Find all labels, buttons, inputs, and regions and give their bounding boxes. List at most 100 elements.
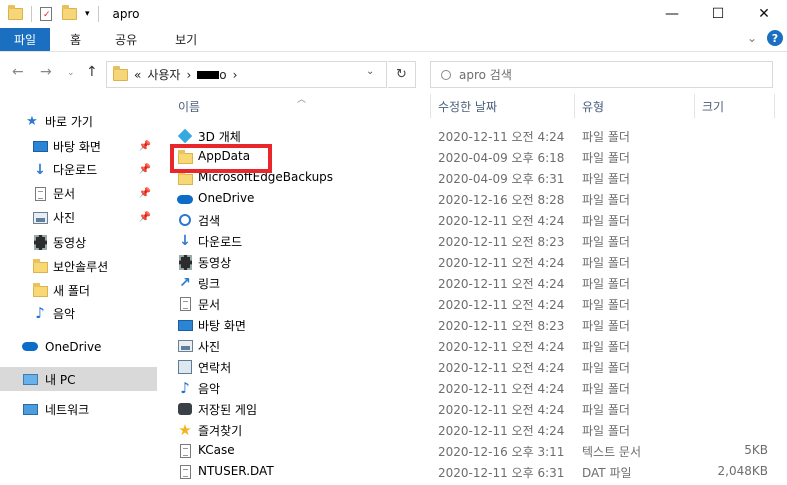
new-folder-icon[interactable] <box>62 5 77 20</box>
tab-file[interactable]: 파일 <box>0 28 50 51</box>
file-row[interactable]: 연락처 2020-12-11 오전 4:24 파일 폴더 <box>157 356 787 377</box>
pin-icon[interactable]: 📌 <box>139 188 151 199</box>
minimize-button[interactable]: — <box>649 0 695 28</box>
properties-icon[interactable]: ✓ <box>40 7 52 21</box>
pin-icon[interactable]: 📌 <box>139 141 151 152</box>
sidebar-item-this-pc[interactable]: 내 PC <box>0 367 157 391</box>
folder-icon <box>32 283 48 299</box>
file-row[interactable]: KCase 2020-12-16 오후 3:11 텍스트 문서 5KB <box>157 440 787 461</box>
sidebar-item-onedrive[interactable]: OneDrive <box>0 336 157 357</box>
column-header-size[interactable]: 크기 <box>702 92 772 120</box>
file-row[interactable]: 바탕 화면 2020-12-11 오전 8:23 파일 폴더 <box>157 314 787 335</box>
file-row[interactable]: NTUSER.DAT 2020-12-11 오후 6:31 DAT 파일 2,048K… <box>157 461 787 482</box>
file-row[interactable]: 검색 2020-12-11 오전 4:24 파일 폴더 <box>157 209 787 230</box>
sidebar-item-label: 음악 <box>53 307 76 321</box>
highlight-box <box>170 144 272 173</box>
folder-icon <box>113 65 128 81</box>
breadcrumb-separator[interactable]: › <box>233 68 238 82</box>
star-icon: ★ <box>26 114 38 129</box>
music-icon: ♪ <box>180 378 190 397</box>
file-date: 2020-04-09 오후 6:18 <box>438 151 565 165</box>
file-row[interactable]: 문서 2020-12-11 오전 4:24 파일 폴더 <box>157 293 787 314</box>
file-row[interactable]: 동영상 2020-12-11 오전 4:24 파일 폴더 <box>157 251 787 272</box>
pin-icon[interactable]: 📌 <box>139 212 151 223</box>
file-row[interactable]: 3D 개체 2020-12-11 오전 4:24 파일 폴더 <box>157 125 787 146</box>
file-type: 파일 폴더 <box>582 256 630 270</box>
breadcrumb-separator[interactable]: › <box>186 68 191 82</box>
file-type: 파일 폴더 <box>582 235 630 249</box>
column-header-date[interactable]: 수정한 날짜 <box>438 92 573 120</box>
search-box[interactable]: apro 검색 <box>430 61 773 88</box>
file-row[interactable]: ★ 즐겨찾기 2020-12-11 오전 4:24 파일 폴더 <box>157 419 787 440</box>
column-header-type[interactable]: 유형 <box>582 92 692 120</box>
divider <box>31 6 32 22</box>
sidebar-item-security-solution[interactable]: 보안솔루션 <box>0 256 157 277</box>
file-row[interactable]: ↗ 링크 2020-12-11 오전 4:24 파일 폴더 <box>157 272 787 293</box>
up-icon[interactable]: ↑ <box>86 64 98 80</box>
sidebar-item-label: 새 폴더 <box>53 284 90 298</box>
breadcrumb-users[interactable]: 사용자 <box>147 66 180 83</box>
expand-ribbon-icon[interactable]: ⌄ <box>747 31 757 45</box>
address-bar[interactable]: « 사용자 › o › <box>106 61 387 88</box>
help-icon[interactable]: ? <box>767 30 783 46</box>
sidebar-item-pictures[interactable]: 사진 📌 <box>0 207 157 228</box>
address-dropdown-icon[interactable]: ⌄ <box>366 66 374 77</box>
file-row[interactable]: ♪ 음악 2020-12-11 오전 4:24 파일 폴더 <box>157 377 787 398</box>
file-date: 2020-12-11 오전 8:23 <box>438 235 565 249</box>
file-name: 즐겨찾기 <box>198 424 243 438</box>
file-type: 파일 폴더 <box>582 424 630 438</box>
column-divider[interactable] <box>574 94 575 118</box>
breadcrumb-user-folder[interactable]: o <box>197 68 227 82</box>
maximize-button[interactable]: ☐ <box>695 0 741 28</box>
navigation-pane: ★ 바로 가기 바탕 화면 📌 ↓ 다운로드 📌 문서 📌 사진 📌 동영상 보… <box>0 92 157 485</box>
file-date: 2020-12-11 오전 4:24 <box>438 340 565 354</box>
column-header-name[interactable]: 이름 <box>178 92 428 120</box>
3d-objects-icon <box>177 128 193 144</box>
file-name: OneDrive <box>198 191 255 205</box>
file-name: 바탕 화면 <box>198 319 246 333</box>
forward-icon[interactable]: → <box>40 64 52 80</box>
file-type: 파일 폴더 <box>582 361 630 375</box>
refresh-button[interactable]: ↻ <box>388 61 416 88</box>
file-type: 파일 폴더 <box>582 298 630 312</box>
file-row[interactable]: 사진 2020-12-11 오전 4:24 파일 폴더 <box>157 335 787 356</box>
file-size: 5KB <box>744 443 768 457</box>
file-date: 2020-12-11 오후 6:31 <box>438 466 565 480</box>
file-date: 2020-12-11 오전 4:24 <box>438 382 565 396</box>
file-type: 파일 폴더 <box>582 172 630 186</box>
customize-toolbar-icon[interactable]: ▾ <box>85 9 90 19</box>
sidebar-item-new-folder[interactable]: 새 폴더 <box>0 280 157 301</box>
column-divider[interactable] <box>430 94 431 118</box>
back-icon[interactable]: ← <box>12 64 24 80</box>
file-row[interactable]: OneDrive 2020-12-16 오전 8:28 파일 폴더 <box>157 188 787 209</box>
breadcrumb-overflow[interactable]: « <box>134 68 141 82</box>
sidebar-item-quick-access[interactable]: ★ 바로 가기 <box>0 111 157 132</box>
file-row[interactable]: 저장된 게임 2020-12-11 오전 4:24 파일 폴더 <box>157 398 787 419</box>
tab-view[interactable]: 보기 <box>151 28 211 51</box>
search-icon <box>177 212 193 228</box>
tab-home[interactable]: 홈 <box>50 28 95 51</box>
sidebar-item-music[interactable]: ♪ 음악 <box>0 303 157 324</box>
file-type: 파일 폴더 <box>582 340 630 354</box>
music-icon: ♪ <box>35 304 45 322</box>
sidebar-item-label: 네트워크 <box>45 403 90 417</box>
close-button[interactable]: ✕ <box>741 0 787 28</box>
file-size: 2,048KB <box>717 464 768 478</box>
file-date: 2020-12-11 오전 4:24 <box>438 361 565 375</box>
sidebar-item-documents[interactable]: 문서 📌 <box>0 183 157 204</box>
file-type: 파일 폴더 <box>582 193 630 207</box>
column-divider[interactable] <box>774 94 775 118</box>
file-row[interactable]: ↓ 다운로드 2020-12-11 오전 8:23 파일 폴더 <box>157 230 787 251</box>
recent-locations-icon[interactable]: ⌄ <box>67 68 75 78</box>
pin-icon[interactable]: 📌 <box>139 164 151 175</box>
sidebar-item-desktop[interactable]: 바탕 화면 📌 <box>0 136 157 157</box>
sidebar-item-label: 문서 <box>53 187 76 201</box>
tab-share[interactable]: 공유 <box>95 28 151 51</box>
sidebar-item-network[interactable]: 네트워크 <box>0 399 157 420</box>
file-name: 음악 <box>198 382 221 396</box>
folder-icon[interactable] <box>8 5 23 20</box>
column-divider[interactable] <box>694 94 695 118</box>
sidebar-item-videos[interactable]: 동영상 <box>0 232 157 253</box>
sidebar-item-downloads[interactable]: ↓ 다운로드 📌 <box>0 159 157 180</box>
file-type: 파일 폴더 <box>582 151 630 165</box>
